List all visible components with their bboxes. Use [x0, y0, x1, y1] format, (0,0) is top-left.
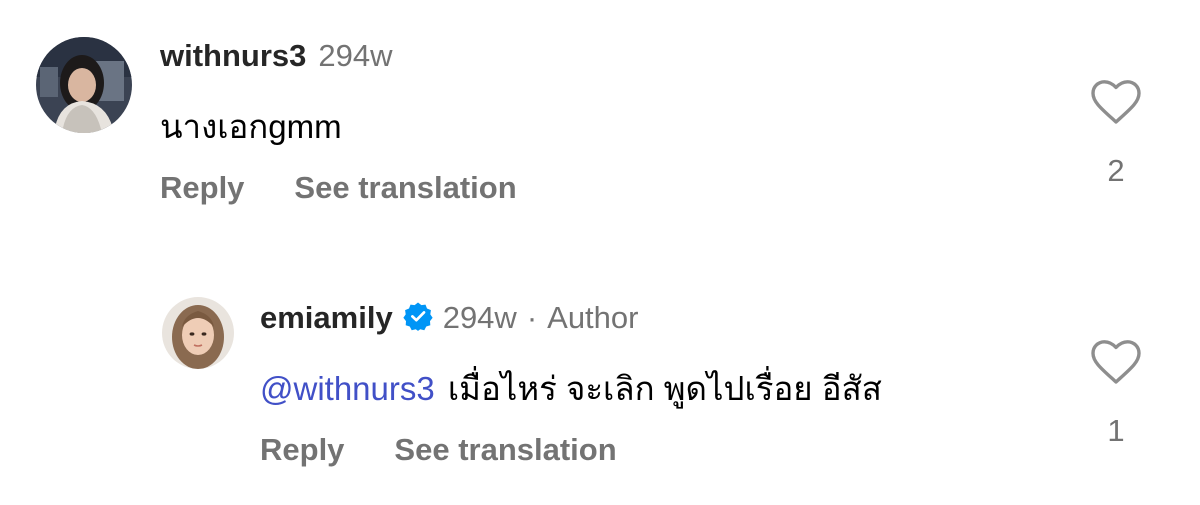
author-label: Author	[547, 300, 639, 335]
verified-badge-icon	[403, 301, 433, 339]
like-count: 2	[1107, 153, 1125, 188]
comment-text: นางเอกgmm	[160, 108, 342, 145]
mention-link[interactable]: @withnurs3	[260, 370, 435, 407]
comment-header: emiamily 294w · Author	[260, 298, 638, 338]
comment-actions: Reply See translation	[160, 168, 517, 208]
timestamp: 294w	[442, 300, 517, 335]
username[interactable]: withnurs3	[160, 38, 306, 74]
reply-button[interactable]: Reply	[260, 432, 344, 468]
avatar[interactable]	[162, 297, 234, 369]
see-translation-button[interactable]: See translation	[294, 170, 516, 206]
reply-button[interactable]: Reply	[160, 170, 244, 206]
avatar[interactable]	[36, 37, 132, 133]
meta-separator: ·	[526, 300, 538, 335]
heart-outline-icon[interactable]	[1090, 338, 1142, 391]
heart-outline-icon[interactable]	[1090, 78, 1142, 131]
comment-header: withnurs3 294w	[160, 36, 393, 76]
like-area: 1	[1088, 338, 1144, 449]
like-count: 1	[1107, 413, 1125, 448]
comment-body: เมื่อไหร่ จะเลิก พูดไปเรื่อย อีสัส	[447, 370, 882, 407]
username[interactable]: emiamily	[260, 300, 393, 336]
like-area: 2	[1088, 78, 1144, 189]
comment-text: @withnurs3 เมื่อไหร่ จะเลิก พูดไปเรื่อย …	[260, 362, 882, 415]
timestamp: 294w	[318, 38, 393, 73]
comment-actions: Reply See translation	[260, 430, 617, 470]
see-translation-button[interactable]: See translation	[394, 432, 616, 468]
